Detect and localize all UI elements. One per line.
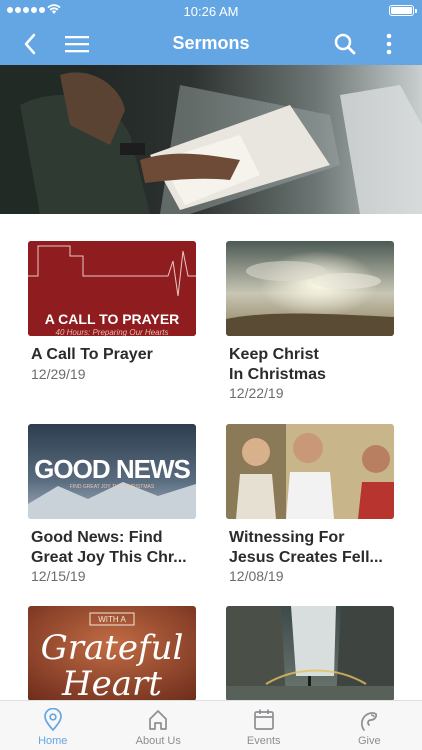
thumbnail-headline-2: Heart [62, 664, 162, 700]
more-vertical-icon [386, 33, 392, 54]
status-time: 10:26 AM [183, 4, 239, 19]
hero-image [0, 65, 422, 214]
nav-bar: Sermons [0, 22, 422, 65]
tab-label: Home [38, 735, 68, 747]
sermon-date: 12/08/19 [229, 568, 284, 584]
thumbnail-small-text: WITH A [98, 615, 126, 624]
sermon-card[interactable]: WITH A Grateful Heart [28, 606, 196, 700]
sermon-card[interactable]: Keep Christ In Christmas 12/22/19 [226, 241, 394, 401]
tab-label: Give [357, 735, 381, 747]
sermon-date: 12/29/19 [31, 365, 86, 382]
tab-label: About Us [135, 735, 181, 747]
sermon-thumbnail [226, 241, 394, 336]
sermon-card[interactable]: A CALL TO PRAYER 40 Hours: Preparing Our… [28, 241, 196, 382]
sermon-thumbnail [226, 424, 394, 519]
search-icon [334, 33, 356, 54]
sermon-grid: A CALL TO PRAYER 40 Hours: Preparing Our… [0, 214, 422, 700]
sermon-title: Keep Christ In Christmas [229, 346, 326, 383]
sermon-card[interactable]: Witnessing For Jesus Creates Fell... 12/… [226, 424, 394, 584]
tab-give[interactable]: Give [317, 701, 422, 750]
tab-about-us[interactable]: About Us [106, 701, 212, 750]
search-button[interactable] [331, 22, 359, 65]
thumbnail-headline: A CALL TO PRAYER [44, 311, 180, 327]
sermon-title: Good News: Find Great Joy This Chr... [31, 529, 187, 566]
status-bar: 10:26 AM [0, 0, 422, 22]
sermon-date: 12/15/19 [31, 568, 86, 584]
tab-home[interactable]: Home [0, 701, 106, 750]
give-icon [361, 712, 378, 731]
thumbnail-headline: GOOD NEWS [34, 454, 191, 484]
sermon-date: 12/22/19 [229, 385, 284, 401]
sermon-card[interactable]: GOOD NEWS FIND GREAT JOY THIS CHRISTMAS … [28, 424, 196, 584]
more-options-button[interactable] [378, 22, 400, 65]
calendar-icon [253, 709, 274, 730]
sermon-title: A Call To Prayer [31, 346, 153, 363]
thumbnail-subline: 40 Hours: Preparing Our Hearts [55, 328, 169, 336]
thumbnail-headline: Grateful [40, 628, 184, 668]
thumbnail-subline: FIND GREAT JOY THIS CHRISTMAS [69, 484, 155, 490]
home-icon [149, 710, 168, 730]
location-pin-icon [43, 708, 62, 732]
sermon-thumbnail: WITH A Grateful Heart [28, 606, 196, 700]
sermon-card[interactable] [226, 606, 394, 700]
sermon-thumbnail [226, 606, 394, 700]
sermon-thumbnail: A CALL TO PRAYER 40 Hours: Preparing Our… [28, 241, 196, 336]
sermon-title: Witnessing For Jesus Creates Fell... [229, 529, 383, 566]
sermon-thumbnail: GOOD NEWS FIND GREAT JOY THIS CHRISTMAS [28, 424, 196, 519]
tab-label: Events [246, 735, 281, 747]
battery-icon [389, 5, 417, 16]
tab-events[interactable]: Events [211, 701, 317, 750]
tab-bar: Home About Us Events Give [0, 700, 422, 750]
top-bar: 10:26 AM Sermons [0, 0, 422, 65]
